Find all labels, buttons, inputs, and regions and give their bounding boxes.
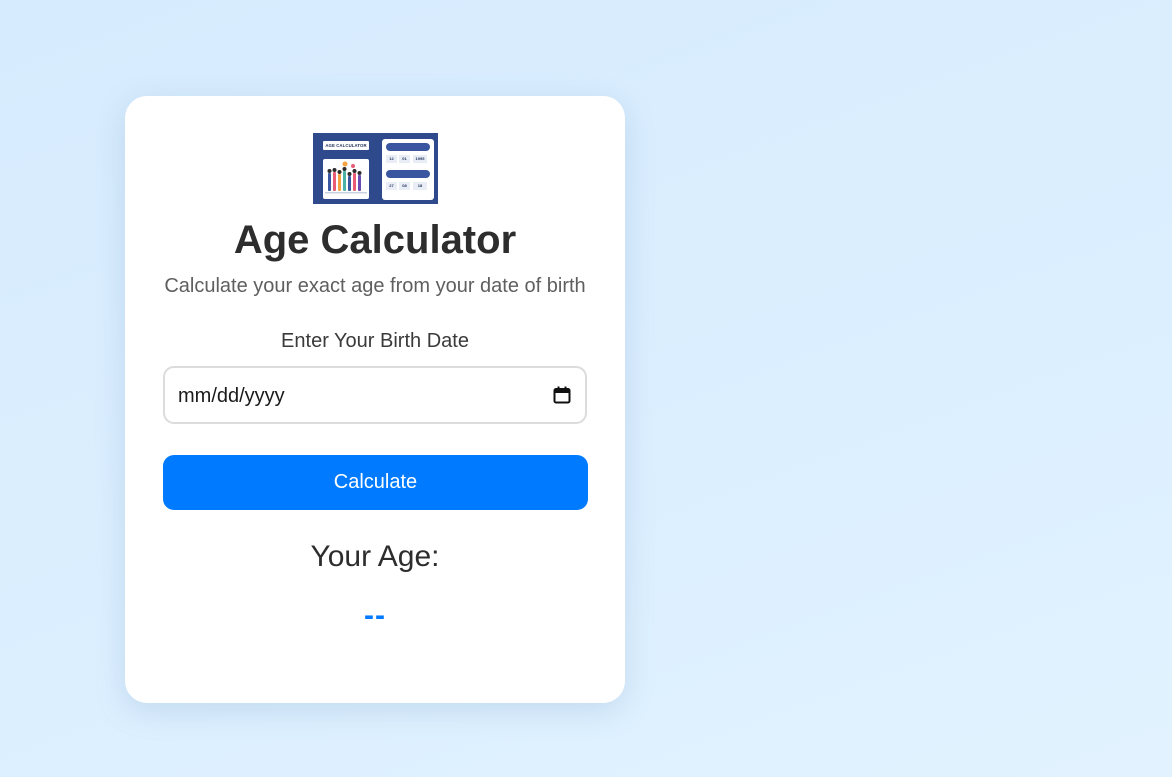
logo-pill-bottom xyxy=(386,170,430,178)
age-calculator-logo: AGE CALCULATOR 12 01 1995 27 08 18 xyxy=(313,133,438,204)
page-subtitle: Calculate your exact age from your date … xyxy=(164,275,586,297)
logo-cell: 1995 xyxy=(413,155,427,163)
page-title: Age Calculator xyxy=(233,218,517,262)
age-result-value: -- xyxy=(364,599,386,632)
logo-cell: 12 xyxy=(386,155,397,163)
logo-pill-top xyxy=(386,143,430,151)
logo-right-panel: 12 01 1995 27 08 18 xyxy=(382,139,434,200)
logo-left-panel: AGE CALCULATOR xyxy=(322,139,370,201)
people-illustration-icon xyxy=(325,161,367,194)
logo-title: AGE CALCULATOR xyxy=(323,141,369,150)
calculate-button[interactable]: Calculate xyxy=(163,455,588,510)
logo-cell: 01 xyxy=(399,155,410,163)
birth-date-input[interactable]: mm/dd/yyyy xyxy=(163,366,587,424)
result-heading: Your Age: xyxy=(310,540,440,573)
calendar-icon[interactable] xyxy=(553,386,571,404)
logo-cell: 18 xyxy=(413,182,427,190)
birth-date-label: Enter Your Birth Date xyxy=(281,330,469,352)
people-illustration xyxy=(323,159,369,199)
birth-date-placeholder: mm/dd/yyyy xyxy=(178,385,285,407)
age-calculator-card: AGE CALCULATOR 12 01 1995 27 08 18 Age C… xyxy=(125,96,625,703)
logo-cell: 08 xyxy=(399,182,410,190)
logo-cell: 27 xyxy=(386,182,397,190)
